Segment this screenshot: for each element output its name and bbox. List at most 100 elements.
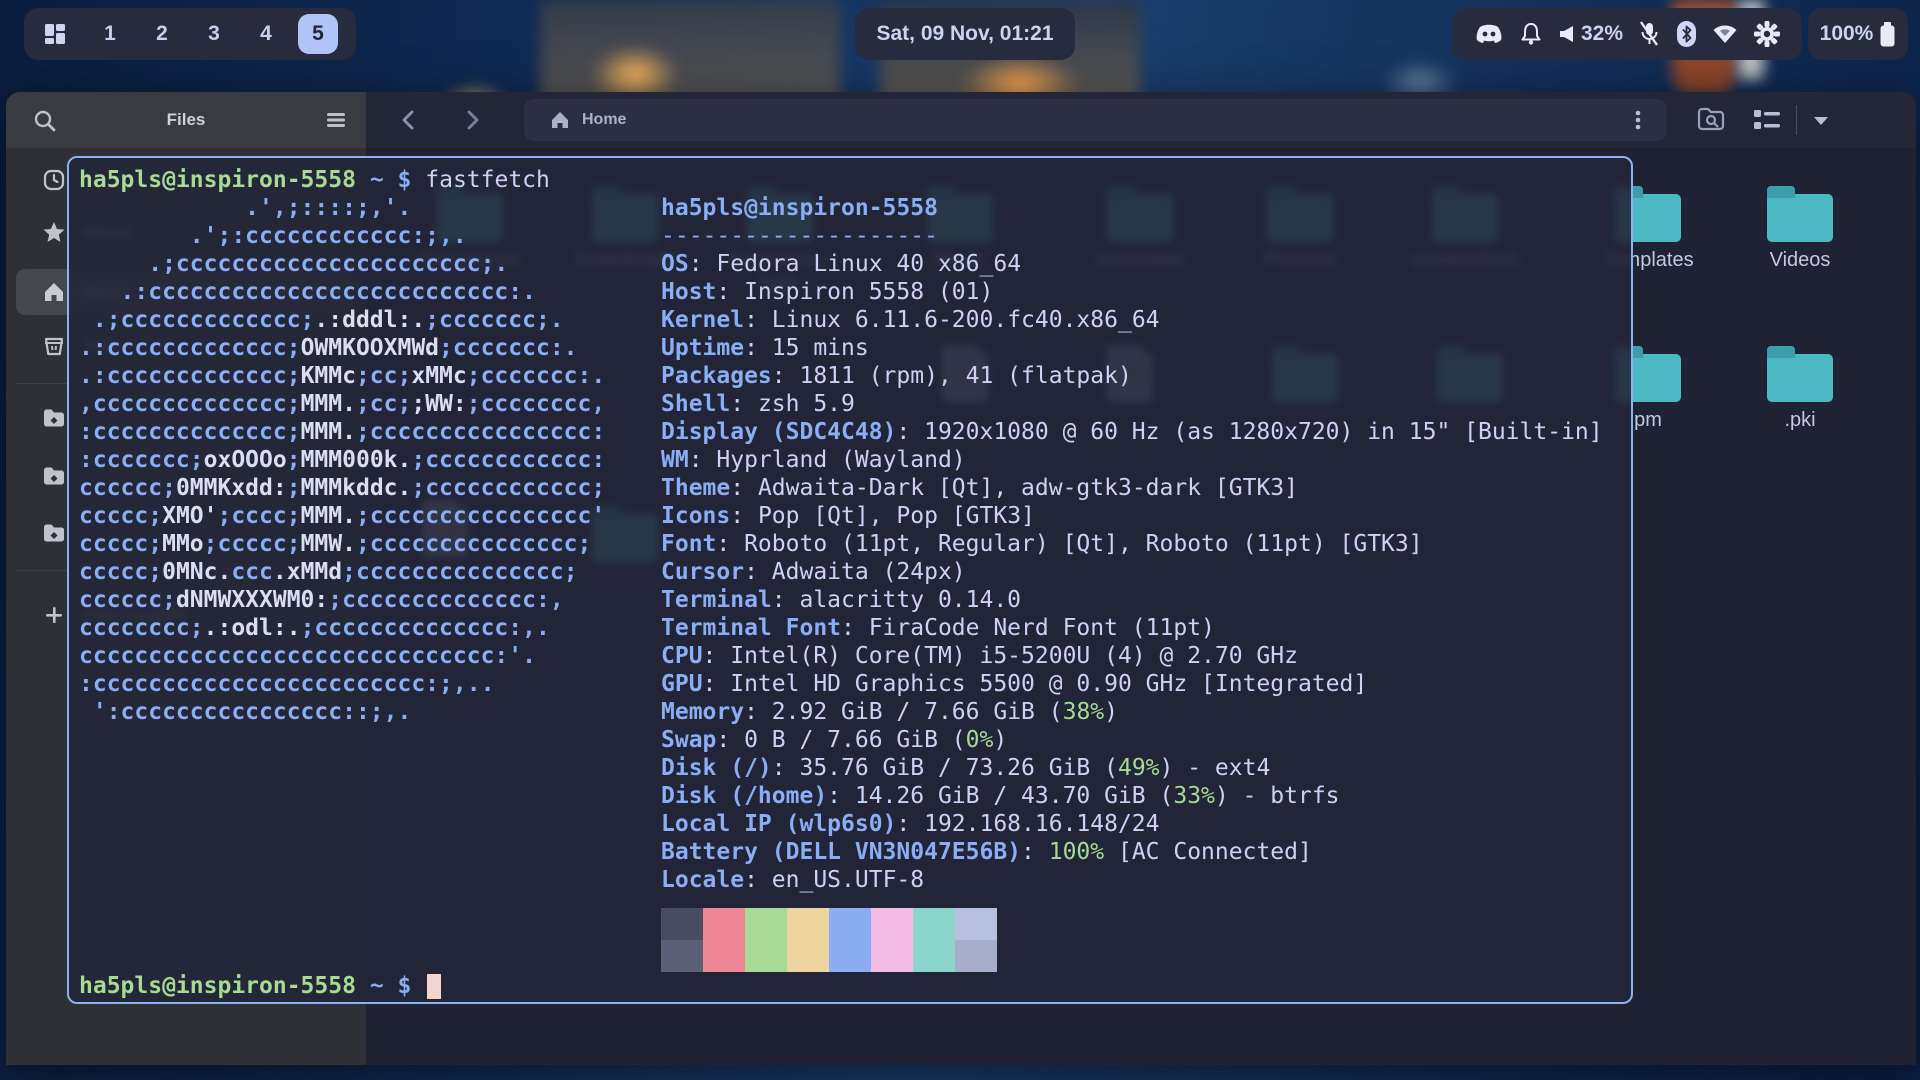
breadcrumb[interactable]: Home xyxy=(524,99,1667,141)
breadcrumb-label: Home xyxy=(582,111,626,129)
palette-swatch xyxy=(955,940,997,972)
palette-swatch xyxy=(871,940,913,972)
ascii-line: cccccc;dNMWXXXWM0:;cccccccccccccc:, xyxy=(79,586,605,614)
terminal-window[interactable]: ha5pls@inspiron-5558 ~ $ fastfetch .',;:… xyxy=(67,156,1633,1004)
info-line: Packages: 1811 (rpm), 41 (flatpak) xyxy=(661,362,1603,390)
ascii-line: .:cccccccccccccccccccccccccc:. xyxy=(79,278,605,306)
trash-icon xyxy=(42,333,66,357)
terminal-color-palette xyxy=(661,908,997,972)
workspace-button-4[interactable]: 4 xyxy=(246,14,286,54)
workspaces: 12345 xyxy=(90,14,338,54)
palette-swatch xyxy=(913,908,955,940)
ascii-line: ccccc;MMo;ccccc;MMW.;ccccccccccccccc; xyxy=(79,530,605,558)
info-line: Memory: 2.92 GiB / 7.66 GiB (38%) xyxy=(661,698,1603,726)
terminal-prompt: ha5pls@inspiron-5558 ~ $ fastfetch xyxy=(79,166,550,194)
palette-swatch xyxy=(703,908,745,940)
system-tray: 32% xyxy=(1452,8,1802,60)
battery-icon xyxy=(1879,21,1896,48)
forward-button[interactable] xyxy=(459,107,485,133)
ascii-line: ':cccccccccccccccc::;,. xyxy=(79,698,605,726)
info-line: Disk (/home): 14.26 GiB / 43.70 GiB (33%… xyxy=(661,782,1603,810)
files-header-bar: Home xyxy=(366,92,1916,148)
info-line: -------------------- xyxy=(661,222,1603,250)
palette-swatch xyxy=(787,940,829,972)
ascii-line: .;cccccccccccccccccccccc;. xyxy=(79,250,605,278)
app-title: Files xyxy=(6,110,366,130)
ascii-line: .;ccccccccccccc;.:dddl:.;ccccccc;. xyxy=(79,306,605,334)
volume-icon[interactable]: 32% xyxy=(1559,22,1623,46)
app-launcher-icon[interactable] xyxy=(42,21,68,47)
desktop: 12345 Sat, 09 Nov, 01:21 xyxy=(0,0,1920,1080)
palette-swatch xyxy=(913,940,955,972)
battery-level: 100% xyxy=(1820,22,1874,46)
palette-row-1 xyxy=(661,908,997,940)
palette-row-2 xyxy=(661,940,997,972)
battery-indicator[interactable]: 100% xyxy=(1808,8,1908,60)
terminal-cursor xyxy=(427,974,441,999)
workspace-button-5[interactable]: 5 xyxy=(298,14,338,54)
info-line: Locale: en_US.UTF-8 xyxy=(661,866,1603,894)
terminal-prompt: ha5pls@inspiron-5558 ~ $ xyxy=(79,972,441,1000)
clock-icon xyxy=(42,168,66,192)
clock[interactable]: Sat, 09 Nov, 01:21 xyxy=(855,8,1075,60)
info-line: CPU: Intel(R) Core(TM) i5-5200U (4) @ 2.… xyxy=(661,642,1603,670)
info-line: OS: Fedora Linux 40 x86_64 xyxy=(661,250,1603,278)
ascii-line: ccccc;XMO';cccc;MMM.;cccccccccccccccc' xyxy=(79,502,605,530)
home-icon xyxy=(42,280,66,304)
prompt-user: ha5pls@inspiron-5558 xyxy=(79,167,356,193)
plus-icon xyxy=(42,603,66,627)
info-line: Display (SDC4C48): 1920x1080 @ 60 Hz (as… xyxy=(661,418,1603,446)
notification-bell-icon[interactable] xyxy=(1519,21,1543,47)
ascii-line: .';:cccccccccccc:;,. xyxy=(79,222,605,250)
workspace-button-2[interactable]: 2 xyxy=(142,14,182,54)
palette-swatch xyxy=(829,908,871,940)
ascii-line: :cccccccccccccccccccccccc:;,.. xyxy=(79,670,605,698)
back-button[interactable] xyxy=(396,107,422,133)
ascii-line: :ccccccc;oxOOOo;MMM000k.;cccccccccccc: xyxy=(79,446,605,474)
info-line: Uptime: 15 mins xyxy=(661,334,1603,362)
prompt-dir: ~ xyxy=(370,167,384,193)
ascii-line: cccccccccccccccccccccccccccccc:'. xyxy=(79,642,605,670)
fedora-ascii-logo: .',;::::;,'. .';:cccccccccccc:;,. .;cccc… xyxy=(79,194,605,726)
folder-icon xyxy=(42,521,66,545)
view-toggle[interactable] xyxy=(1752,105,1862,135)
palette-swatch xyxy=(703,940,745,972)
info-line: Shell: zsh 5.9 xyxy=(661,390,1603,418)
folder-icon xyxy=(42,406,66,430)
clock-text: Sat, 09 Nov, 01:21 xyxy=(876,22,1053,46)
info-line: ha5pls@inspiron-5558 xyxy=(661,194,1603,222)
ascii-line: .',;::::;,'. xyxy=(79,194,605,222)
volume-level: 32% xyxy=(1581,22,1623,46)
info-line: Disk (/): 35.76 GiB / 73.26 GiB (49%) - … xyxy=(661,754,1603,782)
settings-gear-icon[interactable] xyxy=(1754,21,1780,47)
prompt-symbol: $ xyxy=(398,972,412,1000)
palette-swatch xyxy=(745,908,787,940)
prompt-dir: ~ xyxy=(370,972,384,1000)
workspace-button-1[interactable]: 1 xyxy=(90,14,130,54)
info-line: WM: Hyprland (Wayland) xyxy=(661,446,1603,474)
info-line: Theme: Adwaita-Dark [Qt], adw-gtk3-dark … xyxy=(661,474,1603,502)
command-text: fastfetch xyxy=(425,167,550,193)
ascii-line: ,cccccccccccccc;MMM.;cc;;WW:;cccccccc, xyxy=(79,390,605,418)
bluetooth-icon[interactable] xyxy=(1676,20,1697,48)
info-line: Icons: Pop [Qt], Pop [GTK3] xyxy=(661,502,1603,530)
palette-swatch xyxy=(871,908,913,940)
discord-icon[interactable] xyxy=(1474,23,1504,45)
info-line: Local IP (wlp6s0): 192.168.16.148/24 xyxy=(661,810,1603,838)
star-icon xyxy=(42,220,66,244)
prompt-symbol: $ xyxy=(398,167,412,193)
info-line: Terminal Font: FiraCode Nerd Font (11pt) xyxy=(661,614,1603,642)
divider xyxy=(1796,105,1797,135)
search-folder-icon[interactable] xyxy=(1696,105,1726,135)
prompt-user: ha5pls@inspiron-5558 xyxy=(79,972,356,1000)
hamburger-menu-icon[interactable] xyxy=(324,108,348,132)
ascii-line: ccccc;0MNc.ccc.xMMd;ccccccccccccccc; xyxy=(79,558,605,586)
kebab-menu-icon[interactable] xyxy=(1627,109,1649,131)
ascii-line: cccccc;0MMKxdd:;MMMkddc.;cccccccccccc; xyxy=(79,474,605,502)
wifi-icon[interactable] xyxy=(1712,24,1738,44)
microphone-muted-icon[interactable] xyxy=(1638,21,1660,47)
info-line: GPU: Intel HD Graphics 5500 @ 0.90 GHz [… xyxy=(661,670,1603,698)
workspaces-pill: 12345 xyxy=(24,8,356,60)
palette-swatch xyxy=(745,940,787,972)
workspace-button-3[interactable]: 3 xyxy=(194,14,234,54)
